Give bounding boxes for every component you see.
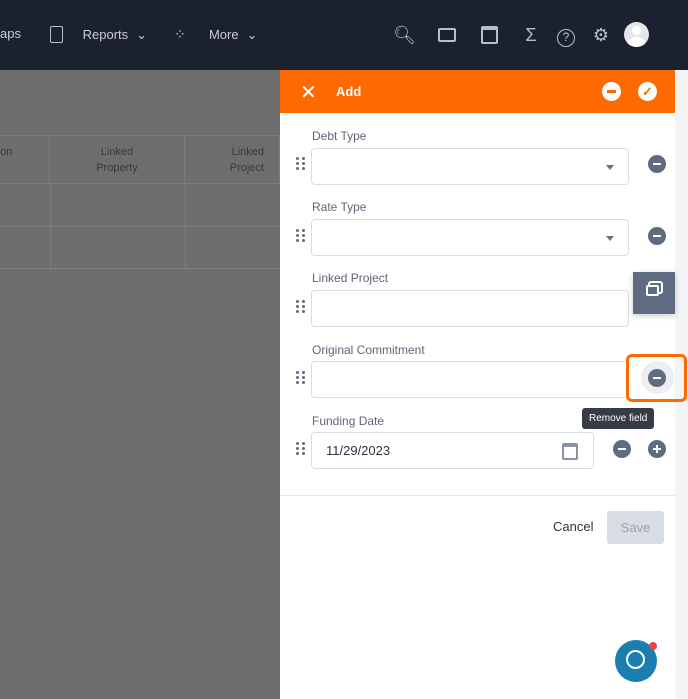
check-circle-icon[interactable]: ✓ [638,82,657,101]
notification-dot [649,642,657,650]
copy-layers-button[interactable] [633,272,675,314]
field-label: Rate Type [312,200,367,214]
field-label: Original Commitment [312,343,425,357]
search-icon[interactable]: 🔍︎ [393,24,416,46]
chevron-down-icon: ⌄ [136,26,148,42]
drag-handle-icon[interactable] [296,300,306,314]
grid-icon: ⁘ [174,26,186,42]
top-nav-bar: aps Reports ⌄ ⁘ More ⌄ 🔍︎ Σ ? ⚙ [0,0,688,70]
nav-label: aps [0,26,21,41]
report-icon [50,26,63,43]
add-field-icon[interactable] [648,440,666,458]
date-value: 11/29/2023 [326,443,391,458]
column-divider [185,183,186,268]
drag-handle-icon[interactable] [296,157,306,171]
calendar-icon[interactable] [478,24,500,46]
field-label: Linked Project [312,271,389,285]
sigma-icon[interactable]: Σ [520,24,542,46]
calendar-icon[interactable] [562,443,578,460]
help-chat-button[interactable] [615,640,657,682]
field-label: Debt Type [312,129,367,143]
original-commitment-input[interactable] [311,361,629,398]
divider [280,495,675,496]
funding-date-input[interactable]: 11/29/2023 [311,432,594,469]
nav-label: Reports [82,27,129,42]
nav-label: More [208,27,239,42]
avatar[interactable] [624,22,649,47]
drag-handle-icon[interactable] [296,229,306,243]
panel-header: ✕ Add ✓ [280,70,675,113]
field-label: Funding Date [312,414,385,428]
remove-field-icon[interactable] [648,155,666,173]
help-icon[interactable]: ? [555,24,577,47]
table-row[interactable] [0,183,280,225]
panel-title: Add [336,84,362,99]
debt-type-select[interactable] [311,148,629,185]
linked-project-input[interactable] [311,290,629,327]
remove-field-icon[interactable] [613,440,631,458]
drag-handle-icon[interactable] [296,371,306,385]
table-row[interactable] [0,226,280,268]
drag-handle-icon[interactable] [296,442,306,456]
add-panel: ✕ Add ✓ Debt Type Rate Type Linked Proje… [280,70,687,699]
chevron-down-icon: ⌄ [246,26,258,42]
tooltip: Remove field [582,408,655,429]
nav-maps[interactable]: aps [0,26,21,41]
table-row [0,268,280,310]
search-chat-icon [626,650,645,669]
table-header[interactable]: Linked Project [185,135,280,183]
gear-icon[interactable]: ⚙ [590,24,612,46]
nav-reports[interactable]: Reports ⌄ [50,26,147,43]
folder-icon[interactable] [436,24,458,46]
caret-down-icon [606,236,614,241]
remove-field-icon[interactable] [648,227,666,245]
column-divider [50,183,51,268]
nav-more[interactable]: ⁘ More ⌄ [174,26,258,43]
save-button[interactable]: Save [607,511,664,544]
caret-down-icon [606,165,614,170]
minus-circle-icon[interactable] [602,82,621,101]
table-header[interactable]: Linked Property [50,135,185,183]
focus-highlight-box [626,354,687,402]
cancel-button[interactable]: Cancel [553,519,593,534]
rate-type-select[interactable] [311,219,629,256]
table-header[interactable]: on [0,135,50,183]
close-icon[interactable]: ✕ [300,80,317,105]
copy-icon [646,285,659,296]
